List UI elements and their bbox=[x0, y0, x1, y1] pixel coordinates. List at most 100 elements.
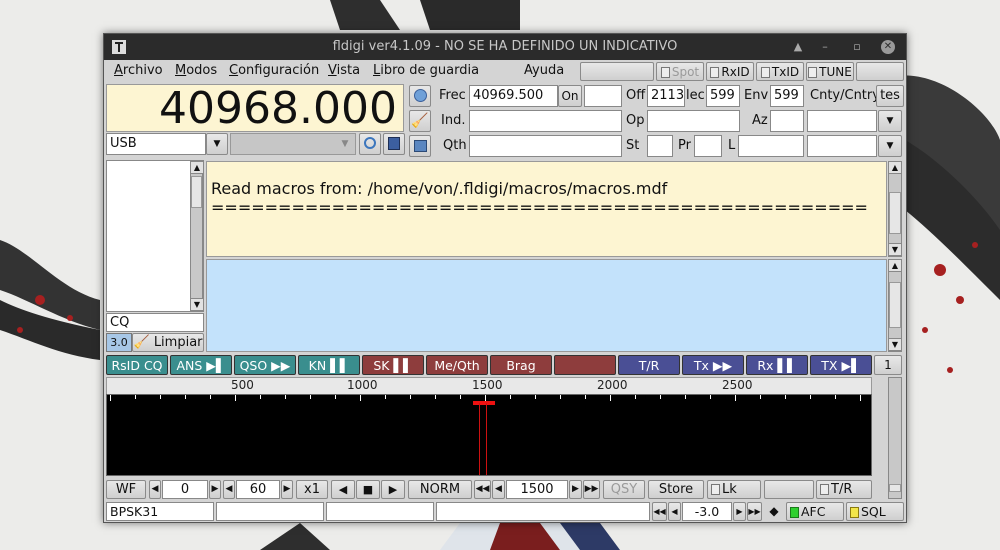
off-field[interactable]: 2113 bbox=[647, 85, 685, 107]
wf-mode-button[interactable]: WF bbox=[106, 480, 146, 499]
tx-scroll-thumb[interactable] bbox=[889, 282, 901, 328]
wf-offset-field[interactable]: 0 bbox=[162, 480, 208, 499]
center-freq-field[interactable]: 1500 bbox=[506, 480, 568, 499]
callsign-field[interactable] bbox=[469, 110, 622, 132]
tune-button[interactable]: TUNE bbox=[806, 62, 854, 81]
azimuth-field[interactable] bbox=[770, 110, 804, 132]
zoom-button[interactable]: x1 bbox=[296, 480, 328, 499]
rx-scroll-down-arrow[interactable]: ▼ bbox=[888, 243, 902, 256]
squelch-level-field[interactable]: -3.0 bbox=[682, 502, 732, 521]
scroll-down-arrow[interactable]: ▼ bbox=[190, 298, 204, 311]
macro-button-4[interactable]: KN ▌▌ bbox=[298, 355, 360, 375]
qth-field[interactable] bbox=[469, 135, 622, 157]
scroll-up-arrow[interactable]: ▲ bbox=[190, 161, 204, 174]
state-select[interactable] bbox=[807, 135, 877, 157]
macro-button-12[interactable]: TX ▶▌ bbox=[810, 355, 872, 375]
rxid-button[interactable]: RxID bbox=[706, 62, 754, 81]
store-button[interactable]: Store bbox=[648, 480, 704, 499]
signal-marker[interactable] bbox=[473, 401, 495, 405]
tx-scroll-up-arrow[interactable]: ▲ bbox=[888, 259, 902, 272]
on-button[interactable]: On bbox=[558, 85, 582, 107]
bandwidth-dropdown-icon[interactable]: ▼ bbox=[334, 133, 356, 155]
freq-fast-increment-button[interactable]: ▶▶ bbox=[583, 480, 600, 499]
broom-icon[interactable]: 🧹 bbox=[409, 110, 431, 132]
frequency-display[interactable]: 40968.000 bbox=[106, 84, 404, 133]
rx-text-panel[interactable]: Read macros from: /home/von/.fldigi/macr… bbox=[206, 161, 887, 257]
menu-libro-de-guardia[interactable]: Libro de guardia bbox=[373, 63, 479, 79]
mode-status[interactable]: BPSK31 bbox=[106, 502, 214, 521]
menu-archivo[interactable]: Archivo bbox=[114, 63, 163, 79]
macro-button-6[interactable]: Me/Qth bbox=[426, 355, 488, 375]
spot-button[interactable]: Spot bbox=[656, 62, 704, 81]
rx-scroll-up-arrow[interactable]: ▲ bbox=[888, 161, 902, 174]
macro-button-2[interactable]: ANS ▶▌ bbox=[170, 355, 232, 375]
range-increment-button[interactable]: ▶ bbox=[281, 480, 293, 499]
tx-scrollbar[interactable]: ▲ ▼ bbox=[888, 259, 902, 352]
macro-button-11[interactable]: Rx ▌▌ bbox=[746, 355, 808, 375]
menu-configuracion[interactable]: Configuración bbox=[229, 63, 319, 79]
snr-increment-button[interactable]: ▶ bbox=[733, 502, 746, 521]
cq-field[interactable]: CQ bbox=[106, 313, 204, 332]
waterfall-display[interactable] bbox=[106, 394, 872, 476]
tx-text-panel[interactable] bbox=[206, 259, 887, 352]
province-field[interactable] bbox=[694, 135, 722, 157]
macro-button-1[interactable]: RsID CQ bbox=[106, 355, 168, 375]
stop-button[interactable]: ■ bbox=[356, 480, 380, 499]
snr-fast-increment-button[interactable]: ▶▶ bbox=[747, 502, 762, 521]
snr-decrement-button[interactable]: ◀ bbox=[668, 502, 681, 521]
macro-button-10[interactable]: Tx ▶▶ bbox=[682, 355, 744, 375]
tx-scroll-down-arrow[interactable]: ▼ bbox=[888, 338, 902, 351]
macro-button-3[interactable]: QSO ▶▶ bbox=[234, 355, 296, 375]
diamond-icon[interactable]: ◆ bbox=[764, 502, 784, 521]
left-decrement-button[interactable]: ◀ bbox=[149, 480, 161, 499]
txid-button[interactable]: TxID bbox=[756, 62, 804, 81]
qsy-button[interactable]: QSY bbox=[603, 480, 645, 499]
state-dropdown-button[interactable]: ▼ bbox=[878, 135, 902, 157]
range-decrement-button[interactable]: ◀ bbox=[223, 480, 235, 499]
snr-fast-decrement-button[interactable]: ◀◀ bbox=[652, 502, 667, 521]
scroll-thumb[interactable] bbox=[191, 176, 202, 208]
sql-toggle[interactable]: SQL bbox=[846, 502, 904, 521]
norm-button[interactable]: NORM bbox=[408, 480, 472, 499]
shade-icon[interactable]: ▲ bbox=[788, 34, 808, 60]
log-save-icon[interactable] bbox=[409, 135, 431, 157]
tr-button[interactable]: T/R bbox=[816, 480, 872, 499]
operator-field[interactable] bbox=[647, 110, 740, 132]
country-dropdown-button[interactable]: ▼ bbox=[878, 110, 902, 132]
close-icon[interactable]: ✕ bbox=[881, 40, 895, 54]
rx-scrollbar[interactable]: ▲ ▼ bbox=[888, 161, 902, 257]
freq-increment-button[interactable]: ▶ bbox=[569, 480, 582, 499]
tes-button[interactable]: tes bbox=[876, 85, 904, 107]
macro-button-5[interactable]: SK ▌▌ bbox=[362, 355, 424, 375]
sync-icon[interactable] bbox=[359, 133, 381, 155]
rst-rec-field[interactable]: 599 bbox=[706, 85, 740, 107]
lock-button[interactable]: Lk bbox=[707, 480, 761, 499]
mode-select[interactable]: USB bbox=[106, 133, 206, 155]
clear-button[interactable]: 🧹 Limpiar bbox=[132, 333, 204, 352]
spectrum-icon[interactable] bbox=[383, 133, 405, 155]
frec-field[interactable]: 40969.500 bbox=[469, 85, 558, 107]
wf-range-field[interactable]: 60 bbox=[236, 480, 280, 499]
country-field[interactable] bbox=[807, 110, 877, 132]
callsign-list-scrollbar[interactable]: ▲ ▼ bbox=[190, 161, 204, 311]
menu-ayuda[interactable]: Ayuda bbox=[524, 63, 564, 79]
afc-toggle[interactable]: AFC bbox=[786, 502, 844, 521]
minimize-icon[interactable]: – bbox=[815, 34, 835, 60]
rewind-button[interactable]: ◀ bbox=[331, 480, 355, 499]
waterfall-scrollbar[interactable] bbox=[888, 377, 902, 499]
locator-field[interactable] bbox=[738, 135, 804, 157]
state-field[interactable] bbox=[647, 135, 673, 157]
maximize-icon[interactable]: ▫ bbox=[847, 34, 867, 60]
on-time-field[interactable] bbox=[584, 85, 622, 107]
freq-decrement-button[interactable]: ◀ bbox=[492, 480, 505, 499]
waterfall-scroll-thumb[interactable] bbox=[889, 484, 901, 492]
freq-fast-decrement-button[interactable]: ◀◀ bbox=[474, 480, 491, 499]
rx-scroll-thumb[interactable] bbox=[889, 192, 901, 234]
globe-icon[interactable] bbox=[409, 85, 431, 107]
macro-button-7[interactable]: Brag bbox=[490, 355, 552, 375]
title-bar[interactable]: fldigi ver4.1.09 - NO SE HA DEFINIDO UN … bbox=[104, 34, 906, 60]
macro-button-8[interactable] bbox=[554, 355, 616, 375]
macro-button-9[interactable]: T/R bbox=[618, 355, 680, 375]
menu-vista[interactable]: Vista bbox=[328, 63, 360, 79]
mode-dropdown-button[interactable]: ▼ bbox=[206, 133, 228, 155]
